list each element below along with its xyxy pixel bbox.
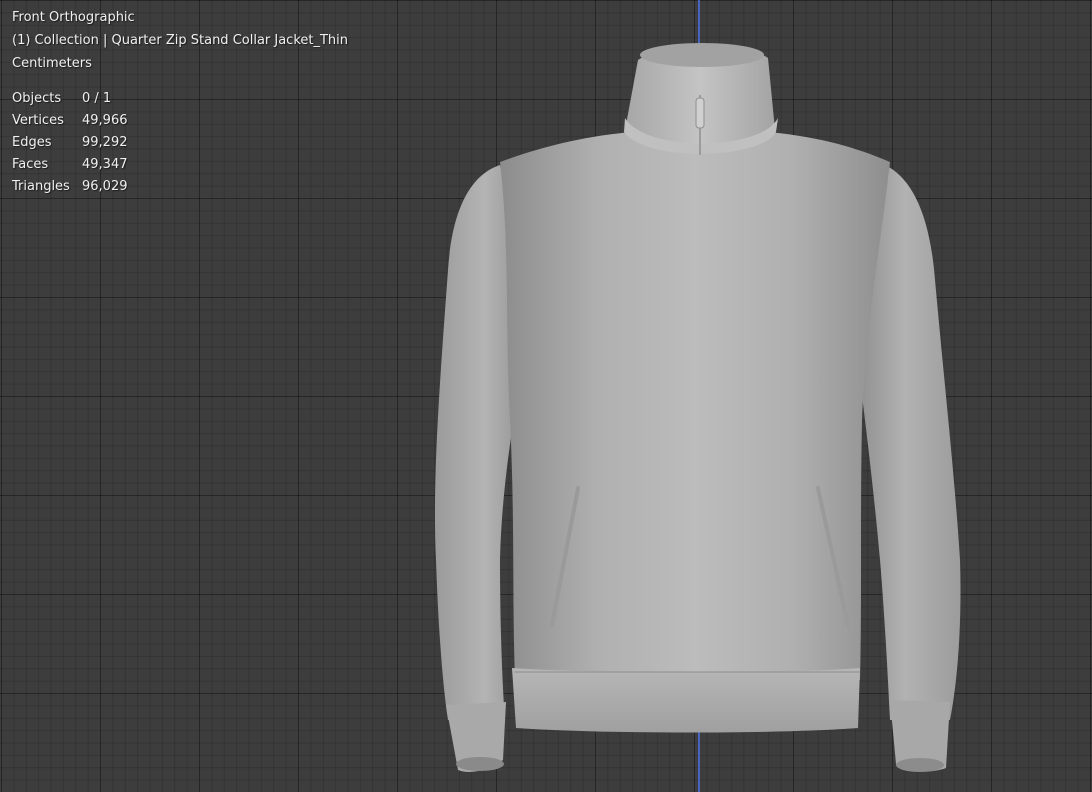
stat-value: 49,347 xyxy=(82,157,128,172)
stat-value: 96,029 xyxy=(82,179,128,194)
scene-statistics: Objects 0 / 1 Vertices 49,966 Edges 99,2… xyxy=(12,88,348,198)
3d-viewport[interactable]: Front Orthographic (1) Collection | Quar… xyxy=(0,0,1092,792)
stat-label: Faces xyxy=(12,157,49,172)
stat-edges: Edges 99,292 xyxy=(12,132,348,154)
stat-faces: Faces 49,347 xyxy=(12,154,348,176)
stat-label: Vertices xyxy=(12,113,64,128)
stat-value: 0 / 1 xyxy=(82,91,112,106)
viewport-info-overlay: Front Orthographic (1) Collection | Quar… xyxy=(12,6,348,198)
view-name: Front Orthographic xyxy=(12,10,135,25)
stat-vertices: Vertices 49,966 xyxy=(12,110,348,132)
stat-label: Triangles xyxy=(12,179,70,194)
stat-value: 49,966 xyxy=(82,113,128,128)
stat-triangles: Triangles 96,029 xyxy=(12,176,348,198)
stat-label: Edges xyxy=(12,135,52,150)
stat-objects: Objects 0 / 1 xyxy=(12,88,348,110)
zipper-pull xyxy=(695,97,705,129)
unit-system: Centimeters xyxy=(12,56,92,71)
hem-band xyxy=(512,668,860,733)
stat-label: Objects xyxy=(12,91,62,106)
collection-info: (1) Collection | Quarter Zip Stand Colla… xyxy=(12,33,349,48)
stat-value: 99,292 xyxy=(82,135,128,150)
